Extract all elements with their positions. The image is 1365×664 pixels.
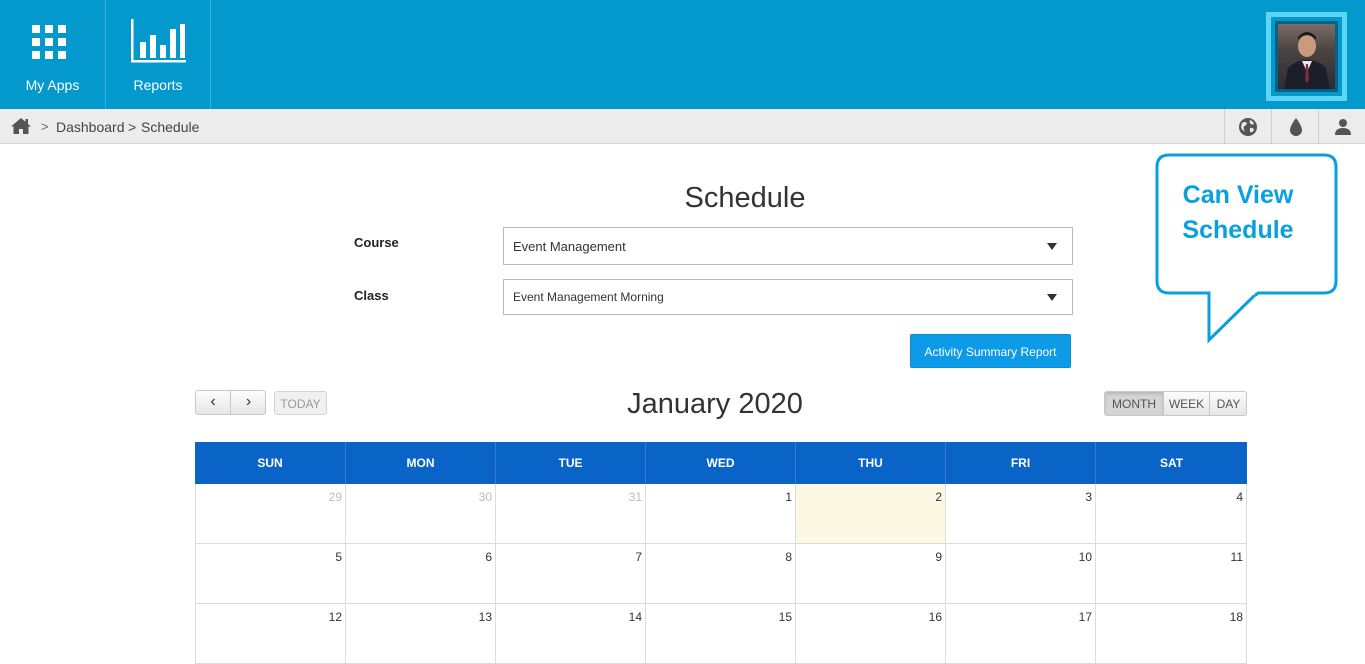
user-avatar[interactable] [1266,12,1347,101]
course-select[interactable]: Event Management [503,227,1073,265]
calendar-day-cell[interactable]: 13 [346,604,496,664]
calendar-day-cell[interactable]: 3 [946,484,1096,544]
day-number: 4 [1236,490,1243,504]
user-icon [1335,119,1351,135]
calendar-nav-group: ‹ › [195,390,266,415]
day-number: 8 [785,550,792,564]
top-navigation-bar: My Apps Reports [0,0,1365,109]
breadcrumb-dashboard-link[interactable]: Dashboard [56,119,125,135]
previous-month-button[interactable]: ‹ [196,391,231,414]
callout-line-2: Schedule [1182,216,1294,244]
home-icon[interactable] [10,117,32,135]
calendar-day-cell[interactable]: 1 [646,484,796,544]
calendar-view-switcher: MONTH WEEK DAY [1104,391,1247,416]
theme-button[interactable] [1271,109,1318,144]
day-number: 15 [778,610,792,624]
callout-text: Can View Schedule [1160,178,1316,248]
course-label: Course [354,235,399,250]
day-number: 14 [628,610,642,624]
avatar-photo [1275,21,1338,92]
day-number: 17 [1078,610,1092,624]
calendar-day-cell[interactable]: 4 [1096,484,1247,544]
calendar-day-cell[interactable]: 30 [346,484,496,544]
month-view-button[interactable]: MONTH [1105,392,1164,415]
breadcrumb-current: Schedule [141,119,200,135]
day-number: 3 [1085,490,1092,504]
next-month-button[interactable]: › [231,391,266,414]
day-number: 6 [485,550,492,564]
class-select[interactable]: Event Management Morning [503,279,1073,315]
week-view-button[interactable]: WEEK [1164,392,1210,415]
calendar-day-cell[interactable]: 8 [646,544,796,604]
day-number: 7 [635,550,642,564]
calendar-day-cell[interactable]: 9 [796,544,946,604]
calendar-day-cell[interactable]: 14 [496,604,646,664]
calendar-day-cell[interactable]: 17 [946,604,1096,664]
calendar-day-cell[interactable]: 7 [496,544,646,604]
breadcrumb-separator: > [128,119,137,135]
apps-grid-icon [32,25,66,59]
calendar-day-cell[interactable]: 2 [796,484,946,544]
my-apps-button[interactable]: My Apps [0,0,106,109]
reports-label: Reports [133,77,183,93]
breadcrumb-separator: > [41,119,49,134]
weekday-header-sat: SAT [1159,456,1184,470]
calendar-day-cell[interactable]: 18 [1096,604,1247,664]
weekday-header-thu: THU [796,442,946,484]
day-number: 5 [335,550,342,564]
calendar-day-cell[interactable]: 29 [195,484,346,544]
day-number: 31 [628,490,642,504]
calendar-day-cell[interactable]: 5 [195,544,346,604]
day-number: 18 [1229,610,1243,624]
calendar-day-cell[interactable]: 16 [796,604,946,664]
day-number: 29 [328,490,342,504]
callout-pointer [1207,290,1258,344]
today-button[interactable]: TODAY [274,391,327,415]
chevron-down-icon [1047,243,1057,250]
breadcrumb: > Dashboard > Schedule [0,109,1365,144]
calendar-day-cell[interactable]: 15 [646,604,796,664]
class-select-value: Event Management Morning [513,290,664,304]
callout-line-1: Can View [1182,181,1294,209]
weekday-header-sun: SUN [195,442,346,484]
bar-chart-icon [131,19,186,63]
day-number: 30 [478,490,492,504]
day-number: 12 [328,610,342,624]
drop-icon [1290,118,1302,136]
activity-summary-report-button[interactable]: Activity Summary Report [910,334,1071,368]
weekday-header-mon: MON [346,442,496,484]
globe-icon [1239,118,1257,136]
calendar-title: January 2020 [627,388,803,420]
day-number: 9 [935,550,942,564]
calendar-weekday-header: SUN MON TUE WED THU FRI SAT [195,442,1247,484]
page-title: Schedule [684,182,806,214]
day-number: 2 [935,490,942,504]
day-number: 10 [1078,550,1092,564]
course-select-value: Event Management [513,239,626,254]
class-label: Class [354,288,389,303]
weekday-header-tue: TUE [496,442,646,484]
day-number: 11 [1230,550,1243,564]
language-button[interactable] [1224,109,1271,144]
calendar-day-cell[interactable]: 31 [496,484,646,544]
day-number: 13 [478,610,492,624]
calendar-day-cell[interactable]: 6 [346,544,496,604]
profile-button[interactable] [1318,109,1365,144]
calendar-day-cell[interactable]: 10 [946,544,1096,604]
weekday-header-fri: FRI [946,442,1096,484]
weekday-header-wed: WED [646,442,796,484]
calendar-day-cell[interactable]: 11 [1096,544,1247,604]
day-number: 1 [785,490,792,504]
calendar-day-cell[interactable]: 12 [195,604,346,664]
reports-button[interactable]: Reports [106,0,211,109]
chevron-down-icon [1047,294,1057,301]
my-apps-label: My Apps [25,77,80,93]
day-number: 16 [928,610,942,624]
day-view-button[interactable]: DAY [1210,392,1246,415]
